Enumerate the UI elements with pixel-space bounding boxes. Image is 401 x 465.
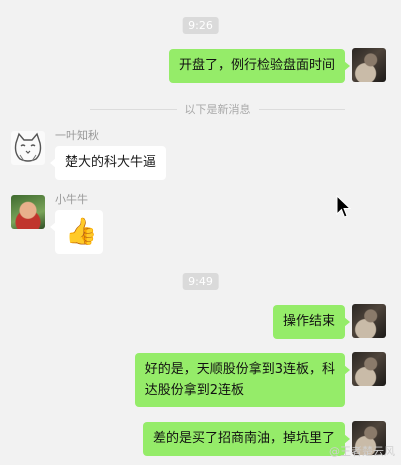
timestamp-2: 9:49 <box>182 273 219 290</box>
avatar-yiyezhiqiu[interactable] <box>11 131 45 165</box>
thumbs-up-icon: 👍 <box>65 217 98 247</box>
cursor-arrow-icon <box>336 195 352 218</box>
avatar-self[interactable] <box>352 304 386 338</box>
avatar-self[interactable] <box>352 352 386 386</box>
chat-bubble-other[interactable]: 👍 <box>50 210 103 254</box>
chat-bubble-other[interactable]: 楚大的科大牛逼 <box>49 146 167 180</box>
divider-label: 以下是新消息 <box>184 103 251 116</box>
sender-name: 小牛牛 <box>55 193 88 206</box>
chat-bubble-self[interactable]: 开盘了，例行检验盘面时间 <box>168 49 351 83</box>
sender-name: 一叶知秋 <box>55 129 99 142</box>
new-messages-divider: 以下是新消息 <box>90 101 345 117</box>
chat-bubble-self[interactable]: 操作结束 <box>272 305 351 339</box>
watermark: @王者楚云风 <box>329 445 395 458</box>
avatar-xiaoniuniu[interactable] <box>11 195 45 229</box>
timestamp-1: 9:26 <box>182 17 219 34</box>
chat-bubble-self[interactable]: 差的是买了招商南油，掉坑里了 <box>142 422 351 456</box>
message-line: 达股份拿到2连板 <box>144 383 244 398</box>
chat-bubble-self[interactable]: 好的是，天顺股份拿到3连板，科 达股份拿到2连板 <box>134 353 351 407</box>
cat-avatar-icon <box>14 132 42 162</box>
avatar-self[interactable] <box>352 48 386 82</box>
message-line: 好的是，天顺股份拿到3连板，科 <box>144 362 335 377</box>
